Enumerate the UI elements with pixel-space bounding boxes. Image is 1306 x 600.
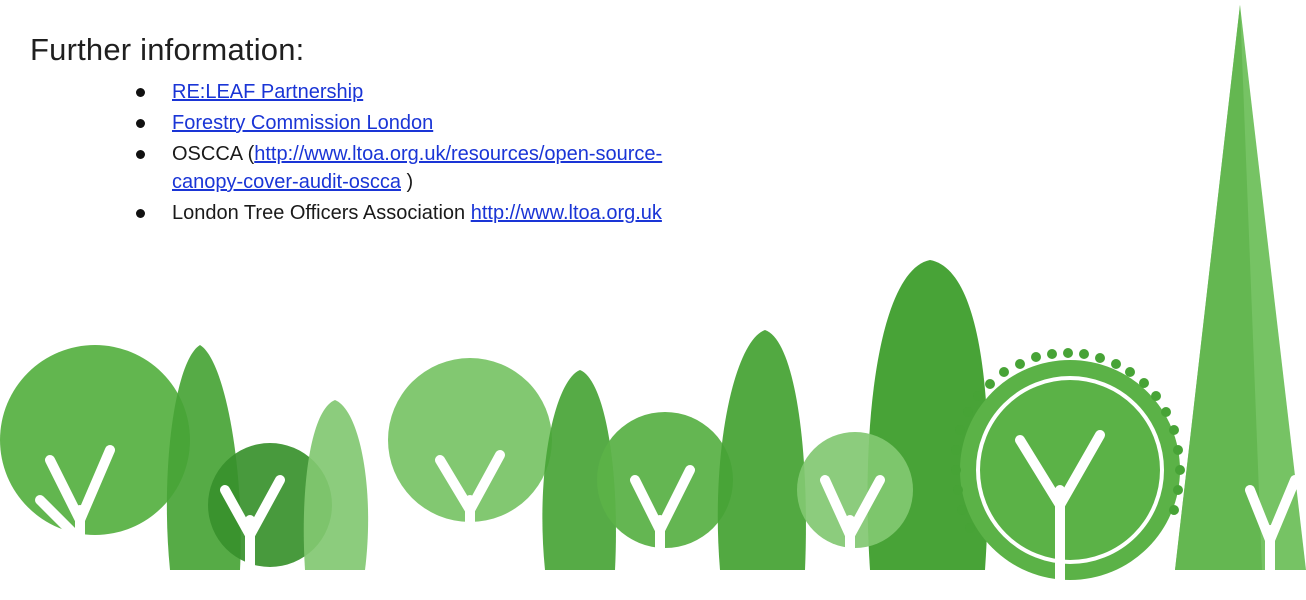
page: Further information: RE:LEAF Partnership… <box>0 0 1306 600</box>
list-item-forestry: Forestry Commission London <box>136 109 910 137</box>
oscca-suffix: ) <box>401 171 414 193</box>
section-heading: Further information: <box>30 32 305 67</box>
list-item-releaf: RE:LEAF Partnership <box>136 78 910 106</box>
oscca-link-continued[interactable]: canopy-cover-audit-oscca <box>172 171 401 193</box>
eye-ring-tree <box>960 360 1180 580</box>
further-information-section: Further information: RE:LEAF Partnership… <box>30 32 910 230</box>
list-item-oscca: OSCCA (http://www.ltoa.org.uk/resources/… <box>136 140 910 196</box>
forestry-commission-link[interactable]: Forestry Commission London <box>172 112 433 134</box>
releaf-partnership-link[interactable]: RE:LEAF Partnership <box>172 81 363 103</box>
ltoa-prefix: London Tree Officers Association <box>172 202 471 224</box>
pointed-tree-4 <box>717 330 806 570</box>
list-item-ltoa: London Tree Officers Association http://… <box>136 199 910 227</box>
oscca-prefix: OSCCA ( <box>172 143 255 165</box>
pointed-tree-2 <box>303 400 369 570</box>
oscca-link[interactable]: http://www.ltoa.org.uk/resources/open-so… <box>254 143 662 165</box>
round-tree-left <box>0 345 190 535</box>
info-list: RE:LEAF Partnership Forestry Commission … <box>30 78 910 227</box>
ltoa-link[interactable]: http://www.ltoa.org.uk <box>471 202 662 224</box>
